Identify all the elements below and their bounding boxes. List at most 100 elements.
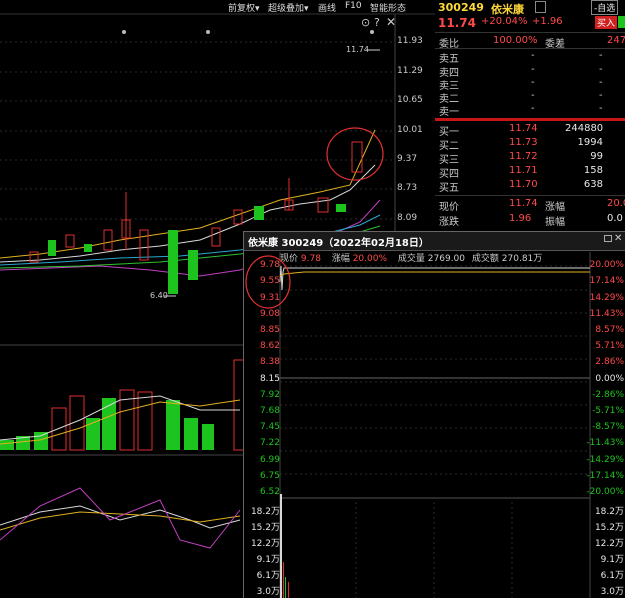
bid-label: 买四	[439, 169, 459, 180]
bid-price: 11.70	[509, 179, 538, 190]
orderbook-divider	[435, 118, 625, 121]
volume-level: 15.2万	[594, 523, 624, 533]
stat-value: 20.0	[607, 198, 625, 209]
bid-label: 买一	[439, 127, 459, 138]
change-percent: +20.04%	[481, 16, 528, 27]
volume-level: 6.1万	[600, 571, 624, 581]
volume-level: 9.1万	[256, 555, 280, 565]
pct-level: 5.71%	[595, 341, 624, 351]
volume-level: 9.1万	[600, 555, 624, 565]
f10-button[interactable]: F10	[345, 1, 362, 11]
low-marker: 6.40	[150, 291, 168, 300]
buy-button[interactable]: 买入	[595, 16, 618, 29]
pct-level: -11.43%	[586, 438, 624, 448]
pct-level: -5.71%	[592, 406, 624, 416]
price-tick: 11.29	[397, 66, 423, 76]
pct-level: 8.57%	[595, 325, 624, 335]
bid-price: 11.71	[509, 165, 538, 176]
price-level: 7.92	[259, 390, 280, 400]
last-price: 11.74	[438, 16, 476, 30]
copy-icon[interactable]	[535, 1, 546, 13]
pct-level: -8.57%	[592, 422, 624, 432]
price-level: 9.78	[259, 260, 280, 270]
overlay-dropdown[interactable]: 超级叠加▾	[268, 1, 309, 14]
intraday-chart[interactable]	[244, 232, 625, 598]
bid-row[interactable]: 买二 11.73 1994	[435, 137, 625, 152]
price-level: 9.08	[259, 309, 280, 319]
price-tick: 8.73	[397, 183, 418, 193]
stat-label: 涨幅	[545, 202, 565, 213]
bid-volume: 158	[583, 165, 603, 176]
ask-row[interactable]: 卖三 - -	[435, 77, 625, 92]
pct-level: -20.00%	[586, 487, 624, 497]
pct-level: 2.86%	[595, 357, 624, 367]
ask-volume: -	[599, 64, 603, 75]
ask-row[interactable]: 卖一 - -	[435, 103, 625, 118]
price-tick: 11.93	[397, 36, 423, 46]
bid-row[interactable]: 买一 11.74 244880	[435, 123, 625, 138]
bid-price: 11.74	[509, 123, 538, 134]
volume-level: 12.2万	[594, 539, 624, 549]
ask-price: -	[531, 77, 535, 88]
price-tick: 10.01	[397, 125, 423, 135]
ask-label: 卖一	[439, 107, 459, 118]
bid-volume: 638	[583, 179, 603, 190]
volume-level: 18.2万	[250, 507, 280, 517]
bid-row[interactable]: 买三 11.72 99	[435, 151, 625, 166]
volume-level: 15.2万	[250, 523, 280, 533]
ask-price: -	[531, 90, 535, 101]
sell-button[interactable]	[618, 16, 625, 28]
price-level: 8.62	[259, 341, 280, 351]
ask-volume: -	[599, 90, 603, 101]
high-marker: 11.74	[346, 45, 369, 54]
stat-value: 1.96	[509, 213, 532, 224]
watchlist-button[interactable]: -自选	[591, 0, 619, 15]
help-icon[interactable]: ?	[374, 16, 380, 29]
bid-row[interactable]: 买四 11.71 158	[435, 165, 625, 180]
stat-label: 涨跌	[439, 217, 459, 228]
chart-toolbar: 前复权▾ 超级叠加▾ 画线 F10 智能形态	[0, 0, 435, 14]
ask-price: -	[531, 103, 535, 114]
price-level: 8.15	[259, 374, 280, 384]
bid-volume: 1994	[577, 137, 603, 148]
pct-level: -17.14%	[586, 471, 624, 481]
price-level: 7.45	[259, 422, 280, 432]
pct-level: 20.00%	[589, 260, 624, 270]
ask-row[interactable]: 卖五 - -	[435, 50, 625, 65]
price-level: 7.68	[259, 406, 280, 416]
ask-price: -	[531, 50, 535, 61]
settings-icon[interactable]: ⊙	[361, 16, 370, 29]
bid-label: 买三	[439, 155, 459, 166]
bid-volume: 99	[590, 151, 603, 162]
close-icon[interactable]: ✕	[386, 15, 396, 29]
stock-code: 300249	[438, 1, 484, 14]
volume-level: 6.1万	[256, 571, 280, 581]
pct-level: -2.86%	[592, 390, 624, 400]
price-level: 6.99	[259, 455, 280, 465]
adjust-dropdown[interactable]: 前复权▾	[228, 1, 260, 14]
stock-name: 依米康	[491, 3, 524, 16]
bid-volume: 244880	[565, 123, 604, 134]
price-level: 9.55	[259, 276, 280, 286]
pct-level: -14.29%	[586, 455, 624, 465]
stat-label: 振幅	[545, 217, 565, 228]
price-tick: 10.65	[397, 95, 423, 105]
price-level: 9.31	[259, 293, 280, 303]
price-level: 8.85	[259, 325, 280, 335]
intraday-popup[interactable]: 依米康 300249（2022年02月18日） ✕ 现价 9.78 涨幅 20.…	[243, 231, 625, 598]
bid-price: 11.73	[509, 137, 538, 148]
ask-volume: -	[599, 103, 603, 114]
ask-row[interactable]: 卖二 - -	[435, 90, 625, 105]
volume-level: 18.2万	[594, 507, 624, 517]
ask-row[interactable]: 卖四 - -	[435, 64, 625, 79]
volume-level: 3.0万	[256, 587, 280, 597]
price-level: 7.22	[259, 438, 280, 448]
draw-line-button[interactable]: 画线	[318, 1, 336, 14]
volume-level: 3.0万	[600, 587, 624, 597]
stat-value: 11.74	[509, 198, 538, 209]
ask-volume: -	[599, 77, 603, 88]
pct-level: 0.00%	[595, 374, 624, 384]
smart-pattern-button[interactable]: 智能形态	[370, 1, 406, 14]
price-level: 8.38	[259, 357, 280, 367]
bid-row[interactable]: 买五 11.70 638	[435, 179, 625, 194]
